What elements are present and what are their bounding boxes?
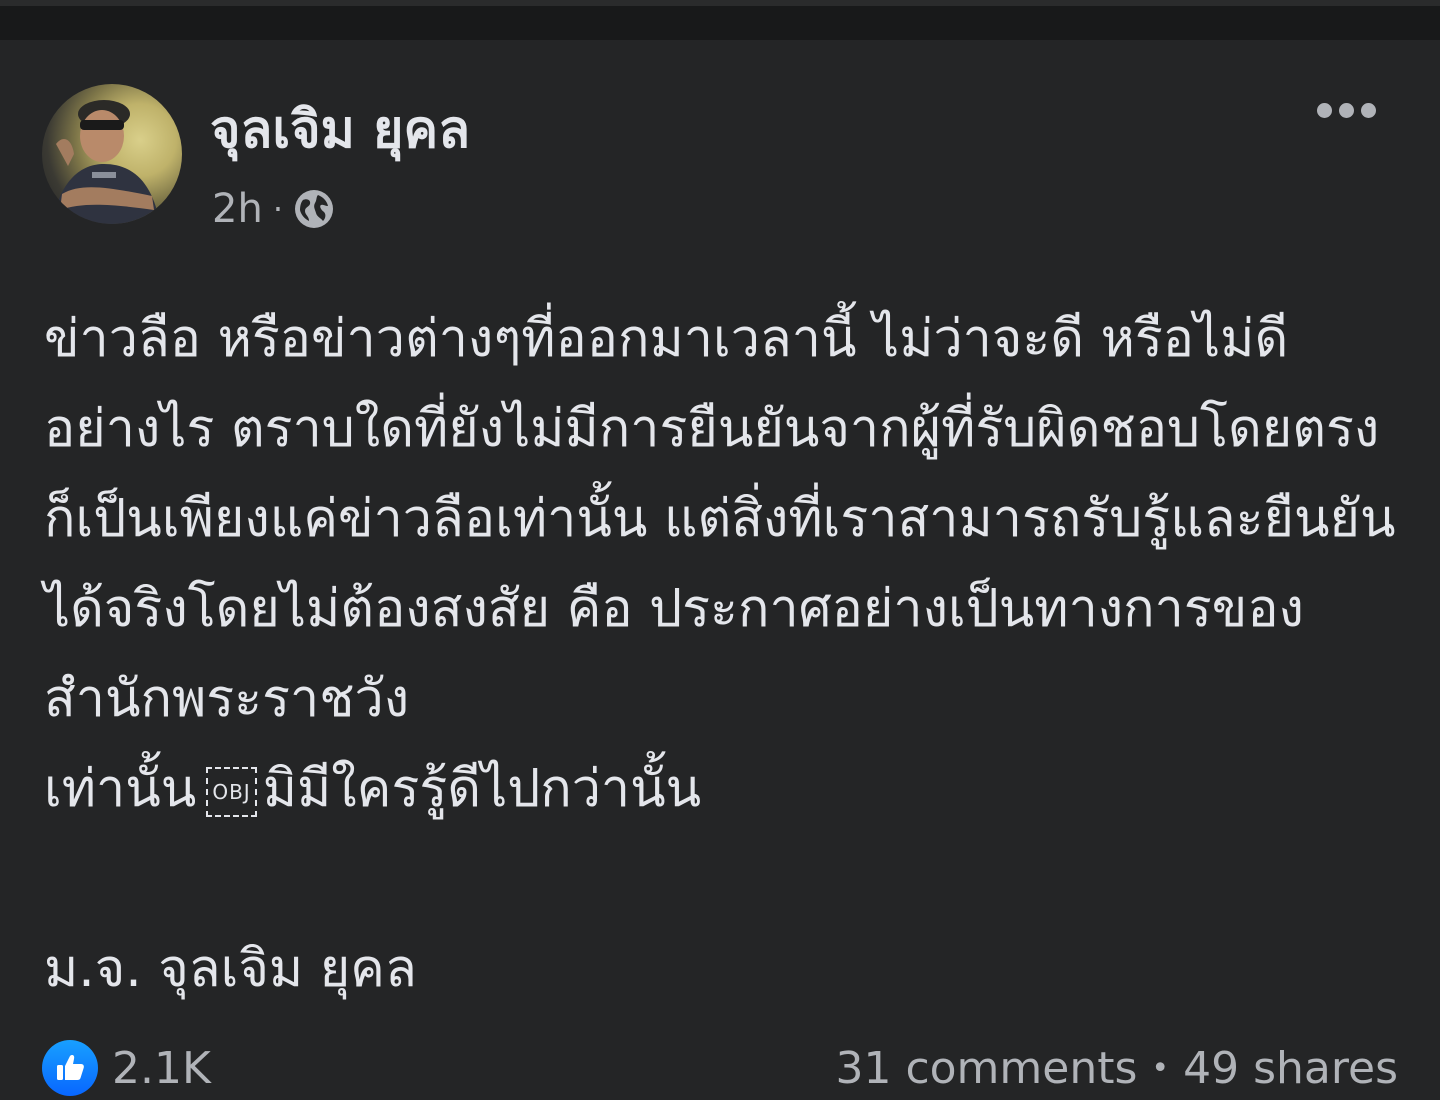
thumbs-up-icon (42, 1040, 98, 1096)
object-placeholder-glyph: OBJ (206, 767, 257, 817)
post-footer: 2.1K 31 comments • 49 shares (42, 1036, 1398, 1100)
author-avatar[interactable] (42, 84, 182, 224)
more-horizontal-icon (1316, 102, 1332, 118)
more-options-button[interactable] (1306, 90, 1386, 130)
author-name[interactable]: จุลเจิม ยุคล (210, 100, 470, 160)
post-paragraph-end: เท่านั้น OBJ มิมีใครรู้ดีไปกว่านั้น (44, 744, 1414, 834)
post-time[interactable]: 2h (212, 186, 263, 232)
engagement-stats: 31 comments • 49 shares (835, 1043, 1398, 1094)
meta-separator: · (272, 190, 283, 228)
post-signature: ม.จ. จุลเจิม ยุคล (44, 939, 417, 999)
post-paragraph: ข่าวลือ หรือข่าวต่างๆที่ออกมาเวลานี้ ไม่… (44, 309, 1396, 729)
post-meta: 2h · (212, 186, 335, 232)
top-bar (0, 0, 1440, 40)
comments-link[interactable]: 31 comments (835, 1043, 1137, 1094)
reactions-summary[interactable]: 2.1K (42, 1040, 211, 1096)
reaction-count: 2.1K (112, 1042, 211, 1094)
post-text: ข่าวลือ หรือข่าวต่างๆที่ออกมาเวลานี้ ไม่… (44, 294, 1414, 1014)
globe-icon[interactable] (293, 188, 335, 230)
post-text-fragment: เท่านั้น (44, 759, 197, 819)
facebook-post: จุลเจิม ยุคล 2h · ข่าวลือ หรือข่าวต่างๆท… (0, 40, 1440, 1100)
stats-separator: • (1151, 1050, 1170, 1086)
post-text-fragment: มิมีใครรู้ดีไปกว่านั้น (262, 759, 702, 819)
shares-link[interactable]: 49 shares (1183, 1043, 1398, 1094)
